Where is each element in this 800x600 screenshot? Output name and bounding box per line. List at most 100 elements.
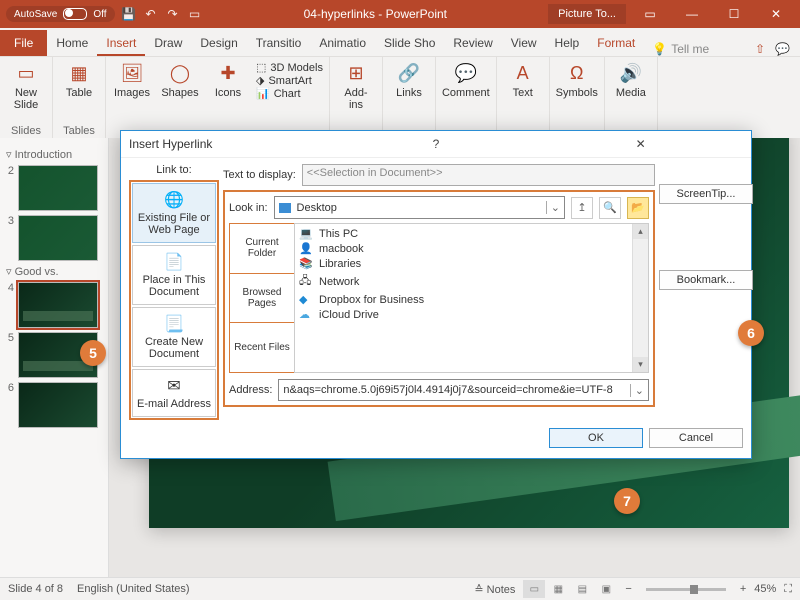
scroll-up-icon[interactable]: ▴	[633, 224, 648, 239]
tab-view[interactable]: View	[502, 30, 546, 56]
smartart-button[interactable]: ⬗SmartArt	[256, 74, 323, 87]
normal-view-button[interactable]: ▭	[523, 580, 545, 598]
links-button[interactable]: 🔗Links	[389, 61, 429, 99]
3d-models-button[interactable]: ⬚3D Models	[256, 61, 323, 74]
save-icon[interactable]: 💾	[121, 6, 137, 22]
notes-button[interactable]: ≙ Notes	[474, 583, 515, 596]
tell-me-search[interactable]: 💡Tell me	[652, 42, 709, 56]
tab-help[interactable]: Help	[546, 30, 589, 56]
ribbon-options-icon[interactable]: ▭	[632, 3, 668, 25]
share-icon[interactable]: ⇧	[755, 42, 765, 56]
undo-icon[interactable]: ↶	[143, 6, 159, 22]
group-tables-label: Tables	[59, 125, 99, 137]
look-in-combo[interactable]: Desktop ⌄	[274, 196, 565, 219]
symbols-button[interactable]: ΩSymbols	[556, 61, 598, 99]
tab-design[interactable]: Design	[191, 30, 246, 56]
tab-slideshow[interactable]: Slide Sho	[375, 30, 444, 56]
table-button[interactable]: ▦Table	[59, 61, 99, 99]
dialog-titlebar[interactable]: Insert Hyperlink ? ✕	[121, 131, 751, 158]
images-button[interactable]: 🖼Images	[112, 61, 152, 99]
tab-home[interactable]: Home	[47, 30, 97, 56]
dialog-close-button[interactable]: ✕	[538, 137, 743, 151]
new-slide-button[interactable]: ▭New Slide	[6, 61, 46, 111]
close-button[interactable]: ✕	[758, 3, 794, 25]
up-folder-button[interactable]: ↥	[571, 197, 593, 219]
screentip-button[interactable]: ScreenTip...	[659, 184, 753, 204]
tell-me-label: Tell me	[671, 42, 709, 56]
email-icon: ✉	[167, 376, 180, 396]
list-item[interactable]: 👤macbook	[299, 241, 644, 256]
slide-thumbnail-2[interactable]	[18, 165, 98, 211]
linkto-existing-file[interactable]: 🌐Existing File or Web Page	[132, 183, 216, 243]
linkto-create-new[interactable]: 📃Create New Document	[132, 307, 216, 367]
section-introduction[interactable]: Introduction	[6, 148, 102, 161]
tab-browsed-pages[interactable]: Browsed Pages	[230, 274, 294, 324]
autosave-toggle[interactable]: AutoSave Off	[6, 6, 115, 22]
startfrombeginning-icon[interactable]: ▭	[187, 6, 203, 22]
comments-icon[interactable]: 💬	[775, 42, 790, 56]
email-label: E-mail Address	[137, 398, 211, 410]
fit-to-window-button[interactable]: ⛶	[784, 583, 792, 596]
slide-counter[interactable]: Slide 4 of 8	[8, 583, 63, 595]
thumb-number: 5	[4, 332, 14, 378]
minimize-button[interactable]: —	[674, 3, 710, 25]
address-value: n&aqs=chrome.5.0j69i57j0l4.4914j0j7&sour…	[283, 384, 612, 396]
zoom-level[interactable]: 45%	[754, 583, 776, 595]
language-indicator[interactable]: English (United States)	[77, 583, 190, 595]
icons-label: Icons	[215, 87, 241, 99]
maximize-button[interactable]: ☐	[716, 3, 752, 25]
list-item[interactable]: ☁iCloud Drive	[299, 307, 644, 322]
section-good-vs[interactable]: Good vs.	[6, 265, 102, 278]
scrollbar[interactable]: ▴▾	[632, 224, 648, 372]
browse-web-button[interactable]: 🔍	[599, 197, 621, 219]
redo-icon[interactable]: ↷	[165, 6, 181, 22]
reading-view-button[interactable]: ▤	[571, 580, 593, 598]
slide-thumbnail-3[interactable]	[18, 215, 98, 261]
text-to-display-field: <<Selection in Document>>	[302, 164, 655, 186]
tab-current-folder[interactable]: Current Folder	[230, 224, 294, 274]
browse-file-button[interactable]: 📂	[627, 197, 649, 219]
link-to-label: Link to:	[129, 164, 219, 176]
zoom-slider[interactable]	[646, 588, 726, 591]
tab-format[interactable]: Format	[588, 30, 644, 56]
cancel-button[interactable]: Cancel	[649, 428, 743, 448]
bookmark-button[interactable]: Bookmark...	[659, 270, 753, 290]
comment-icon: 💬	[452, 61, 480, 85]
dialog-help-button[interactable]: ?	[334, 137, 539, 151]
list-item[interactable]: 🖧Network	[299, 271, 644, 292]
slideshow-view-button[interactable]: ▣	[595, 580, 617, 598]
file-list[interactable]: 💻This PC 👤macbook 📚Libraries 🖧Network ◆D…	[294, 223, 649, 373]
linkto-place-in-doc[interactable]: 📄Place in This Document	[132, 245, 216, 305]
tab-review[interactable]: Review	[444, 30, 501, 56]
scroll-down-icon[interactable]: ▾	[633, 357, 648, 372]
list-item[interactable]: 💻This PC	[299, 226, 644, 241]
slide-thumbnail-6[interactable]	[18, 382, 98, 428]
tab-insert[interactable]: Insert	[97, 30, 145, 56]
sorter-view-button[interactable]: ▦	[547, 580, 569, 598]
links-label: Links	[396, 87, 422, 99]
icons-button[interactable]: ✚ Icons	[208, 61, 248, 99]
shapes-icon: ◯	[166, 61, 194, 85]
media-button[interactable]: 🔊Media	[611, 61, 651, 99]
addins-button[interactable]: ⊞Add- ins	[336, 61, 376, 111]
comment-button[interactable]: 💬Comment	[442, 61, 490, 99]
slide-thumbnail-4[interactable]	[18, 282, 98, 328]
address-field[interactable]: n&aqs=chrome.5.0j69i57j0l4.4914j0j7&sour…	[278, 379, 649, 401]
chart-button[interactable]: 📊Chart	[256, 87, 323, 100]
linkto-email[interactable]: ✉ E-mail Address	[132, 369, 216, 417]
thumb-number: 4	[4, 282, 14, 328]
tab-draw[interactable]: Draw	[145, 30, 191, 56]
zoom-in-button[interactable]: +	[740, 583, 746, 595]
tab-file[interactable]: File	[0, 30, 47, 56]
tab-recent-files[interactable]: Recent Files	[230, 323, 294, 372]
zoom-out-button[interactable]: −	[625, 583, 631, 595]
ok-button[interactable]: OK	[549, 428, 643, 448]
network-icon: 🖧	[299, 272, 313, 291]
tab-animations[interactable]: Animatio	[310, 30, 375, 56]
icons-icon: ✚	[214, 61, 242, 85]
shapes-button[interactable]: ◯Shapes	[160, 61, 200, 99]
text-button[interactable]: AText	[503, 61, 543, 99]
tab-transitions[interactable]: Transitio	[247, 30, 311, 56]
list-item[interactable]: ◆Dropbox for Business	[299, 292, 644, 307]
list-item[interactable]: 📚Libraries	[299, 256, 644, 271]
